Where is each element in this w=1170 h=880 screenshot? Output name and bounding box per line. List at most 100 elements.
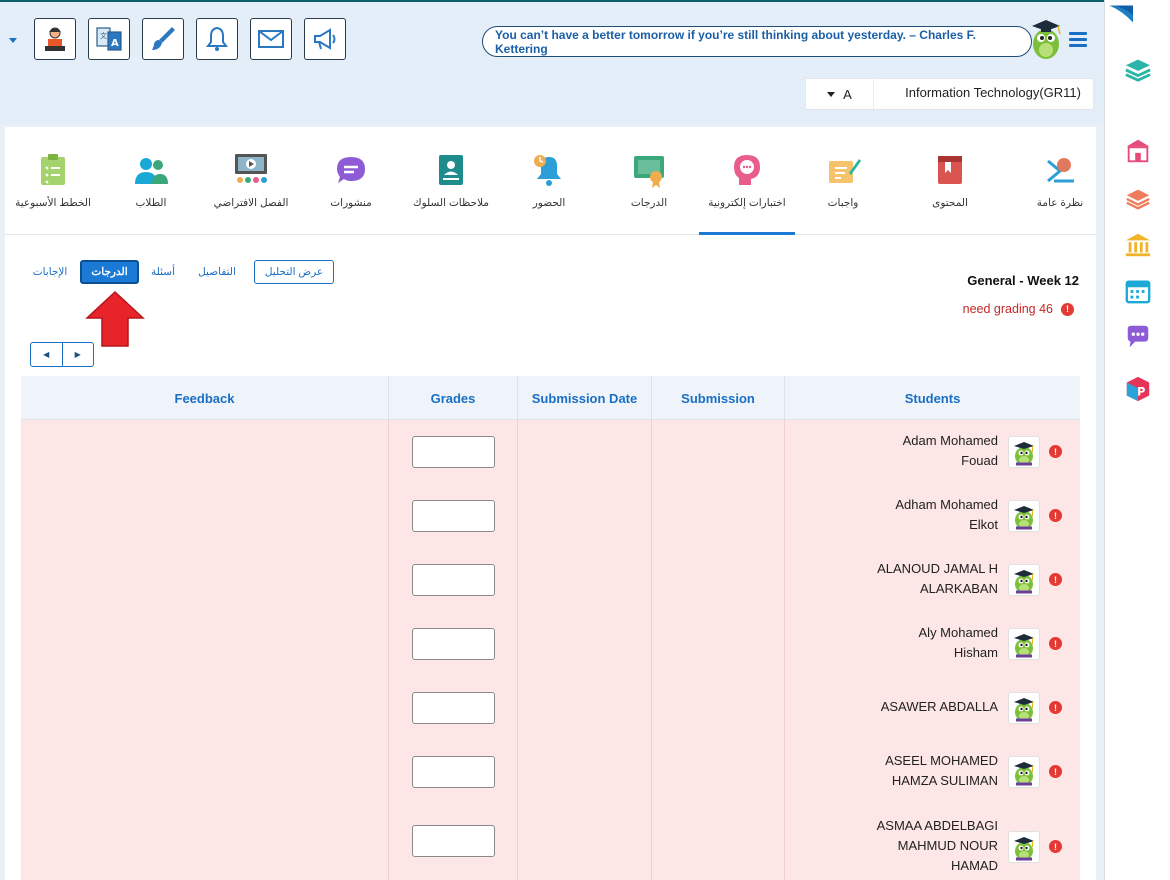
grade-input[interactable] bbox=[412, 500, 495, 532]
col-submission-date[interactable]: Submission Date bbox=[517, 376, 651, 420]
details-tab[interactable]: التفاصيل bbox=[192, 260, 242, 284]
alert-icon: ! bbox=[1049, 765, 1062, 778]
annotation-arrow-up bbox=[85, 290, 145, 347]
student-name[interactable]: Adham Mohamed Elkot bbox=[848, 495, 998, 535]
col-students[interactable]: Students bbox=[784, 376, 1080, 420]
caret-down-icon bbox=[827, 91, 836, 97]
tab-attendance[interactable]: الحضور bbox=[501, 147, 597, 233]
col-grades[interactable]: Grades bbox=[388, 376, 517, 420]
sidebar-item-layers[interactable] bbox=[1123, 184, 1153, 214]
next-page-button[interactable]: ▶ bbox=[61, 343, 94, 366]
notifications-button[interactable] bbox=[196, 18, 238, 60]
tab-quiz[interactable]: اختبارات إلكترونية bbox=[699, 147, 795, 235]
student-name[interactable]: ASMAA ABDELBAGI MAHMUD NOUR HAMAD bbox=[848, 816, 998, 876]
view-analysis-button[interactable]: عرض التحليل bbox=[254, 260, 334, 284]
tab-students[interactable]: الطلاب bbox=[103, 147, 199, 233]
student-name-line: ALANOUD JAMAL H bbox=[877, 561, 998, 576]
student-name-line: ASEEL MOHAMED bbox=[885, 753, 998, 768]
app-logo[interactable] bbox=[1123, 54, 1153, 84]
student-name[interactable]: Adam Mohamed Fouad bbox=[848, 431, 998, 471]
table-body: Adam Mohamed Fouad! Adham Mohamed Elkot! ALA… bbox=[21, 420, 1080, 880]
student-avatar bbox=[1008, 500, 1040, 532]
questions-tab[interactable]: أسئلة bbox=[146, 260, 180, 284]
tab-posts[interactable]: منشورات bbox=[303, 147, 399, 233]
certificate-icon bbox=[629, 151, 669, 189]
student-avatar bbox=[1008, 756, 1040, 788]
student-avatar bbox=[1008, 831, 1040, 863]
svg-text:A: A bbox=[111, 38, 119, 49]
sidebar-item-chat[interactable] bbox=[1123, 322, 1153, 352]
translate-button[interactable]: A 文 bbox=[88, 18, 130, 60]
tab-virtual-class[interactable]: الفصل الافتراضي bbox=[203, 147, 299, 233]
school-icon bbox=[1126, 139, 1150, 163]
header: A 文 You can’t have a better tomorrow if … bbox=[0, 2, 1104, 124]
teacher-icon bbox=[45, 27, 65, 51]
sidebar-item-p-app[interactable]: P bbox=[1123, 374, 1153, 404]
table-header: Feedback Grades Submission Date Submissi… bbox=[21, 376, 1080, 420]
prev-page-button[interactable]: ◀ bbox=[31, 343, 62, 366]
student-name-line: Aly Mohamed bbox=[918, 625, 998, 640]
section-value: A bbox=[843, 86, 852, 102]
tab-certificate[interactable]: الدرجات bbox=[601, 147, 697, 233]
announcements-button[interactable] bbox=[304, 18, 346, 60]
tab-label: الخطط الأسبوعية bbox=[15, 197, 91, 209]
grade-input[interactable] bbox=[412, 825, 495, 857]
grades-tab[interactable]: الدرجات bbox=[80, 260, 139, 284]
alert-icon: ! bbox=[1049, 573, 1062, 586]
grade-input[interactable] bbox=[412, 756, 495, 788]
hamburger-menu-icon[interactable] bbox=[1069, 32, 1087, 47]
grade-input[interactable] bbox=[412, 692, 495, 724]
corner-decoration bbox=[1109, 5, 1133, 23]
weekly-plan-icon bbox=[33, 151, 73, 189]
brush-button[interactable] bbox=[142, 18, 184, 60]
need-grading-text: need grading 46 bbox=[962, 302, 1053, 316]
tab-label: اختبارات إلكترونية bbox=[708, 197, 786, 209]
tab-label: واجبات bbox=[827, 197, 859, 209]
student-name[interactable]: Aly Mohamed Hisham bbox=[848, 623, 998, 663]
student-name[interactable]: ALANOUD JAMAL H ALARKABAN bbox=[848, 559, 998, 599]
sidebar-item-school[interactable] bbox=[1123, 136, 1153, 166]
student-avatar bbox=[1008, 628, 1040, 660]
alert-icon: ! bbox=[1049, 637, 1062, 650]
grade-input[interactable] bbox=[412, 564, 495, 596]
teacher-button[interactable] bbox=[34, 18, 76, 60]
virtual-class-icon bbox=[231, 151, 271, 189]
tab-overview[interactable]: نظرة عامة bbox=[1012, 147, 1108, 233]
student-name-line: HAMAD bbox=[951, 858, 998, 873]
grades-table: Feedback Grades Submission Date Submissi… bbox=[21, 376, 1080, 880]
answers-tab[interactable]: الإجابات bbox=[29, 260, 71, 284]
section-dropdown[interactable]: A bbox=[806, 79, 874, 109]
mascot-avatar[interactable] bbox=[1026, 14, 1066, 62]
tab-label: الدرجات bbox=[630, 197, 668, 209]
attendance-icon bbox=[529, 151, 569, 189]
student-name-line: ALARKABAN bbox=[919, 581, 998, 596]
col-submission[interactable]: Submission bbox=[651, 376, 784, 420]
student-name-line: Adham Mohamed bbox=[895, 497, 998, 512]
tab-weekly-plan[interactable]: الخطط الأسبوعية bbox=[5, 147, 101, 233]
student-name[interactable]: ASAWER ABDALLA bbox=[848, 697, 998, 717]
tab-book[interactable]: المحتوى bbox=[902, 147, 998, 233]
grade-input[interactable] bbox=[412, 436, 495, 468]
col-feedback[interactable]: Feedback bbox=[21, 376, 388, 420]
table-row: Aly Mohamed Hisham! bbox=[21, 612, 1080, 676]
grade-input[interactable] bbox=[412, 628, 495, 660]
institution-icon bbox=[1125, 233, 1151, 257]
daily-quote: You can’t have a better tomorrow if you’… bbox=[482, 26, 1032, 57]
calendar-icon bbox=[1125, 280, 1151, 304]
tab-label: ملاحظات السلوك bbox=[412, 197, 490, 209]
student-name[interactable]: ASEEL MOHAMED HAMZA SULIMAN bbox=[848, 751, 998, 791]
sidebar-item-institution[interactable] bbox=[1123, 230, 1153, 260]
main-panel: نظرة عامة المحتوى واجبات اختبارات إلكترونية… bbox=[5, 127, 1096, 880]
mail-button[interactable] bbox=[250, 18, 292, 60]
tab-label: الحضور bbox=[532, 197, 566, 209]
posts-icon bbox=[331, 151, 371, 189]
brush-icon bbox=[152, 27, 175, 50]
layers-logo-icon bbox=[1125, 59, 1151, 82]
tab-behavior[interactable]: ملاحظات السلوك bbox=[403, 147, 499, 233]
chevron-down-icon[interactable] bbox=[9, 38, 17, 43]
tab-label: المحتوى bbox=[932, 197, 968, 209]
tab-homework[interactable]: واجبات bbox=[795, 147, 891, 233]
table-row: Adam Mohamed Fouad! bbox=[21, 420, 1080, 484]
sidebar-item-calendar[interactable] bbox=[1123, 276, 1153, 306]
tab-label: نظرة عامة bbox=[1036, 197, 1084, 209]
